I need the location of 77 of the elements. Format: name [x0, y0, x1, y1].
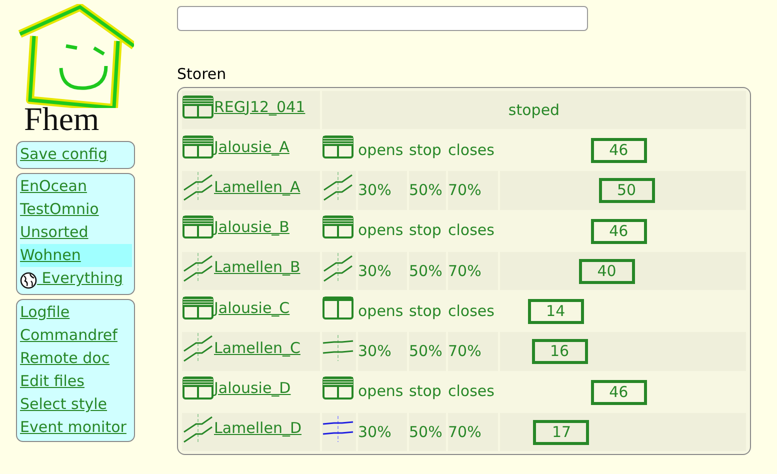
command-link[interactable]: closes	[448, 372, 498, 410]
command-link[interactable]: closes	[448, 292, 498, 330]
command-link[interactable]: stop	[409, 131, 446, 169]
status-text: stoped	[322, 91, 746, 129]
slider-handle[interactable]: 40	[578, 258, 635, 284]
menu-link[interactable]: Logfile	[20, 301, 132, 324]
menu-link[interactable]: Edit files	[20, 370, 132, 393]
slider-track[interactable]: 17	[500, 412, 746, 451]
logo-text: Fhem	[24, 104, 100, 137]
command-link[interactable]: closes	[448, 131, 498, 169]
blind-icon[interactable]	[322, 215, 354, 240]
globe-icon	[20, 272, 37, 290]
menu-link[interactable]: Unsorted	[20, 221, 132, 244]
slider-track[interactable]: 46	[500, 131, 746, 169]
command-link[interactable]: 70%	[448, 252, 498, 290]
command-link[interactable]: 70%	[448, 332, 498, 370]
menu-link[interactable]: EnOcean	[20, 175, 132, 198]
command-link[interactable]: stop	[409, 292, 446, 330]
menu-link[interactable]: Commandref	[20, 324, 132, 347]
command-link[interactable]: stop	[409, 212, 446, 250]
blind-icon[interactable]	[322, 134, 354, 159]
blind-icon	[182, 296, 214, 320]
house-logo-icon	[16, 4, 134, 108]
command-link[interactable]: 30%	[358, 412, 407, 451]
menu-link[interactable]: TestOmnio	[20, 198, 132, 221]
slider-handle[interactable]: 16	[532, 339, 588, 364]
command-link[interactable]: 50%	[409, 252, 446, 290]
slats-icon[interactable]	[322, 171, 354, 203]
command-link[interactable]: 50%	[409, 332, 446, 370]
menu-link[interactable]: Remote doc	[20, 347, 132, 370]
blind-icon	[182, 134, 214, 159]
command-link[interactable]: 70%	[448, 171, 498, 210]
window-icon[interactable]	[322, 296, 354, 320]
menu-link[interactable]: Everything	[20, 267, 132, 292]
slats-icon	[182, 412, 214, 444]
slats-icon[interactable]	[322, 332, 354, 364]
slider-track[interactable]: 46	[500, 372, 746, 410]
slider-track[interactable]: 16	[500, 332, 746, 370]
search-field[interactable]	[177, 6, 588, 31]
blind-icon	[182, 215, 214, 240]
slats-icon	[182, 171, 214, 203]
command-link[interactable]: stop	[409, 372, 446, 410]
slider-handle[interactable]: 14	[528, 299, 584, 324]
slats-icon[interactable]	[322, 252, 354, 284]
blind-icon	[182, 376, 214, 400]
menu-link[interactable]: Select style	[20, 393, 132, 416]
slider-track[interactable]: 50	[500, 171, 746, 210]
command-link[interactable]: 30%	[358, 171, 407, 210]
blind-icon[interactable]	[322, 376, 354, 400]
slider-track[interactable]: 40	[500, 252, 746, 290]
command-link[interactable]: 30%	[358, 252, 407, 290]
slider-track[interactable]: 14	[500, 292, 746, 330]
slider-handle[interactable]: 46	[590, 380, 647, 404]
command-link[interactable]: opens	[358, 292, 407, 330]
slider-handle[interactable]: 17	[533, 420, 590, 445]
command-link[interactable]: 70%	[448, 412, 498, 451]
slider-handle[interactable]: 50	[598, 178, 654, 204]
command-link[interactable]: opens	[358, 372, 407, 410]
command-link[interactable]: 30%	[358, 332, 407, 370]
command-link[interactable]: 50%	[409, 412, 446, 451]
command-link[interactable]: closes	[448, 212, 498, 250]
device-link[interactable]: Jalousie_A	[182, 134, 290, 159]
menu-link[interactable]: Event monitor	[20, 416, 132, 439]
slats-icon	[182, 332, 214, 364]
command-link[interactable]: 50%	[409, 171, 446, 210]
command-link[interactable]: opens	[358, 131, 407, 169]
device-link[interactable]: Jalousie_C	[182, 296, 290, 320]
command-link[interactable]: opens	[358, 212, 407, 250]
menu-link[interactable]: Save config	[20, 143, 132, 166]
slider-handle[interactable]: 46	[590, 218, 647, 244]
room-title: Storen	[177, 65, 228, 83]
slider-handle[interactable]: 46	[590, 138, 647, 163]
device-link[interactable]: Jalousie_D	[182, 376, 291, 400]
device-link[interactable]: Jalousie_B	[182, 215, 290, 240]
slider-track[interactable]: 46	[500, 212, 746, 250]
menu-link[interactable]: Wohnen	[20, 244, 132, 267]
slats-icon	[182, 252, 214, 284]
